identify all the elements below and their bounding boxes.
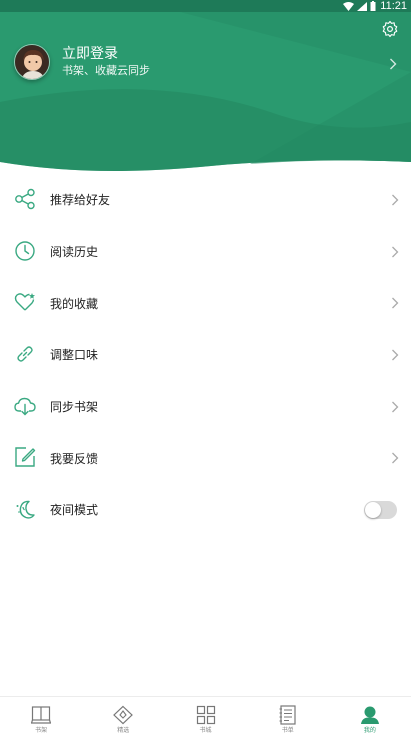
tab-label: 书城 <box>199 727 212 734</box>
wifi-icon <box>343 1 355 11</box>
link-icon <box>17 346 33 362</box>
chevron-right-icon <box>392 452 399 464</box>
login-title: 立即登录 <box>62 46 118 62</box>
edit-icon <box>15 447 36 468</box>
night-mode-toggle[interactable] <box>364 500 397 519</box>
chevron-right-icon <box>392 246 399 257</box>
settings-gear-icon[interactable] <box>381 20 399 38</box>
menu-item-label: 调整口味 <box>50 348 99 363</box>
tab-featured[interactable]: 精选 <box>82 697 164 734</box>
cloud-download-icon <box>14 397 36 416</box>
user-icon <box>360 706 379 724</box>
tab-mine[interactable]: 我的 <box>329 697 411 734</box>
tab-label: 书单 <box>281 727 294 734</box>
diamond-icon <box>113 705 134 725</box>
menu-item-feedback[interactable]: 我要反馈 <box>0 432 411 484</box>
tab-bookstore[interactable]: 书城 <box>164 697 246 734</box>
menu-item-label: 同步书架 <box>50 400 99 415</box>
avatar <box>14 44 50 80</box>
bookshelf-icon <box>31 706 52 724</box>
tab-booklist[interactable]: 书单 <box>247 697 329 734</box>
menu-item-history[interactable]: 阅读历史 <box>0 226 411 278</box>
menu-item-night-mode: 夜间模式 <box>0 484 411 536</box>
clock-icon <box>15 240 35 261</box>
heart-star-icon <box>14 293 35 311</box>
tab-label: 书架 <box>35 727 48 734</box>
menu-item-sync-shelf[interactable]: 同步书架 <box>0 381 411 433</box>
chevron-right-icon[interactable] <box>389 58 397 70</box>
menu-item-label: 阅读历史 <box>50 245 99 260</box>
menu-item-label: 我要反馈 <box>50 451 99 466</box>
login-subtitle: 书架、收藏云同步 <box>62 64 150 77</box>
chevron-right-icon <box>392 401 399 413</box>
signal-icon <box>357 1 368 11</box>
battery-icon <box>370 1 376 11</box>
settings-menu: 推荐给好友 阅读历史 我的收藏 调整口味 同步书架 我要反馈 夜间模式 <box>0 174 411 536</box>
chevron-right-icon <box>392 349 399 361</box>
chevron-right-icon <box>392 297 399 309</box>
tab-label: 我的 <box>363 727 376 734</box>
menu-item-taste[interactable]: 调整口味 <box>0 329 411 381</box>
profile-header: 立即登录 书架、收藏云同步 <box>0 12 411 182</box>
share-icon <box>15 188 35 210</box>
menu-item-label: 夜间模式 <box>50 503 99 518</box>
menu-item-favorites[interactable]: 我的收藏 <box>0 277 411 329</box>
status-time: 11:21 <box>380 0 407 12</box>
menu-item-label: 推荐给好友 <box>50 193 111 208</box>
moon-icon <box>16 500 35 519</box>
login-profile[interactable]: 立即登录 书架、收藏云同步 <box>14 44 150 80</box>
toggle-knob <box>365 501 381 518</box>
menu-item-label: 我的收藏 <box>50 296 99 311</box>
bottom-tab-bar: 书架 精选 书城 书单 我的 <box>0 696 411 734</box>
status-bar: 11:21 <box>0 0 411 12</box>
menu-item-recommend[interactable]: 推荐给好友 <box>0 174 411 226</box>
tab-bookshelf[interactable]: 书架 <box>0 697 82 734</box>
list-book-icon <box>279 705 296 725</box>
tab-label: 精选 <box>117 727 130 734</box>
grid-icon <box>196 705 215 725</box>
chevron-right-icon <box>392 194 399 206</box>
